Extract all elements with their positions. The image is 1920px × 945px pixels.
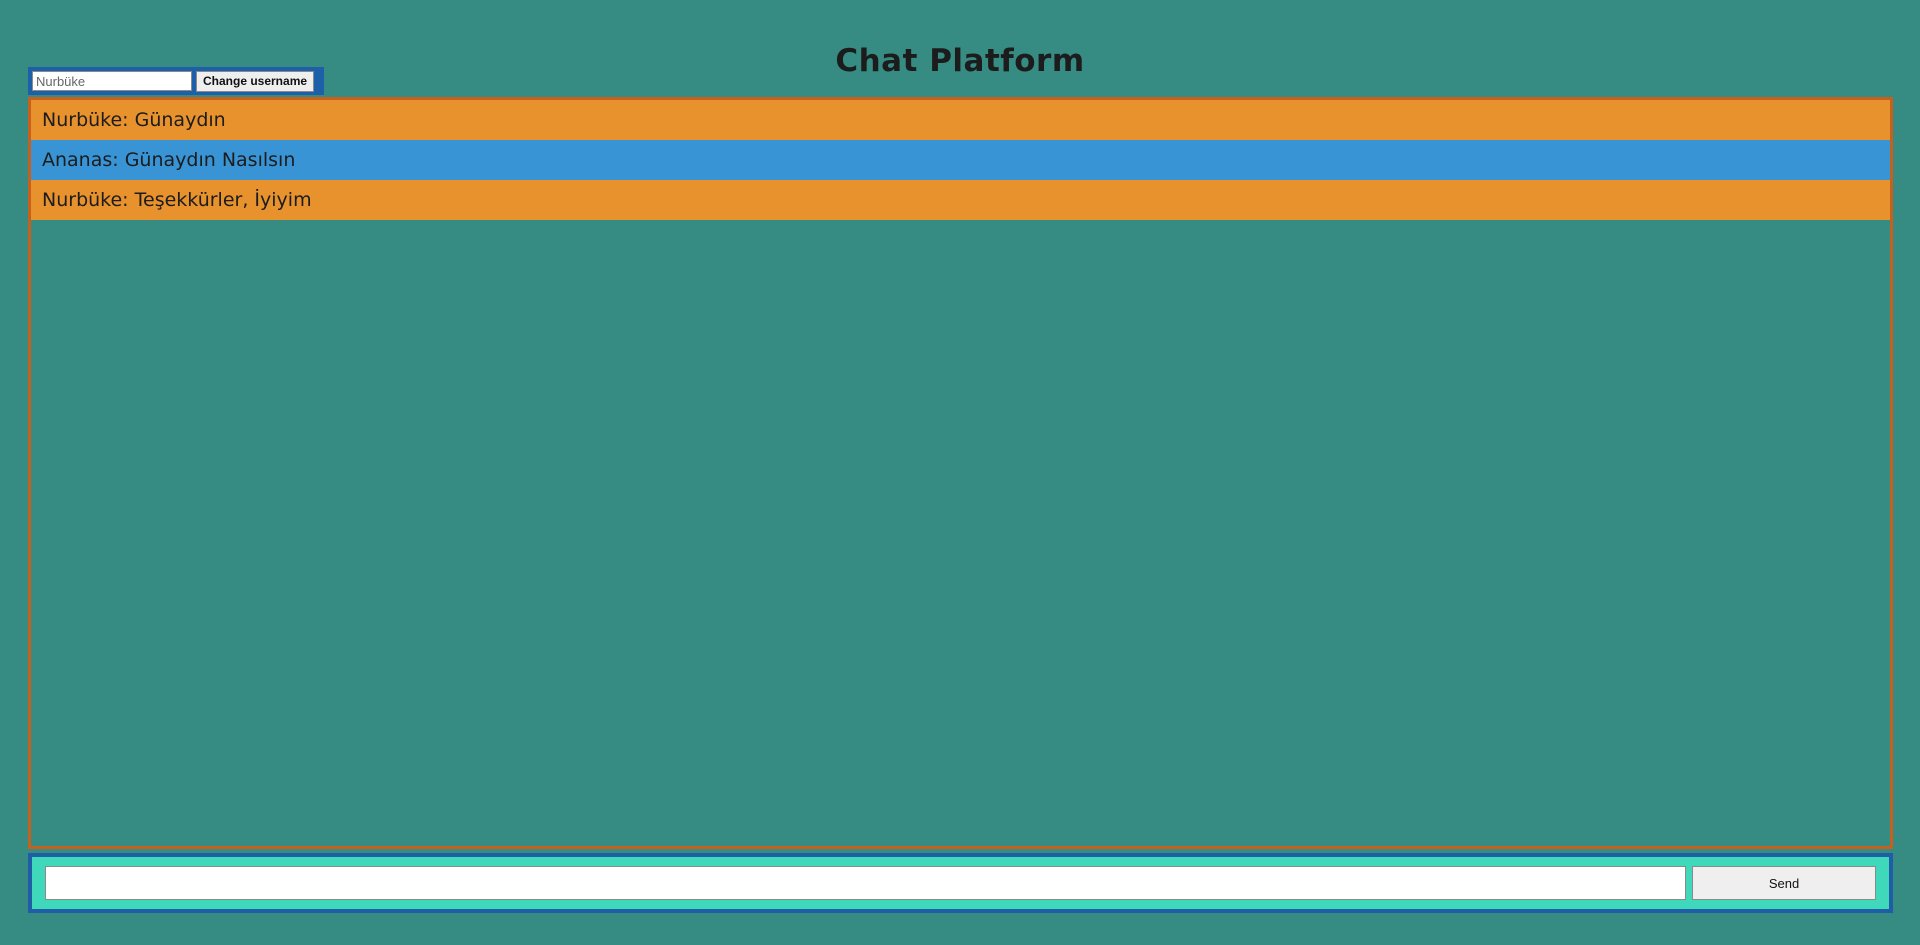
- change-username-button[interactable]: Change username: [196, 70, 315, 92]
- message-list[interactable]: Nurbüke: Günaydın Ananas: Günaydın Nasıl…: [28, 97, 1893, 849]
- username-bar: Change username: [28, 67, 324, 95]
- message-input[interactable]: [45, 866, 1686, 900]
- message-item: Nurbüke: Teşekkürler, İyiyim: [31, 180, 1890, 220]
- username-input[interactable]: [32, 71, 192, 91]
- message-item: Ananas: Günaydın Nasılsın: [31, 140, 1890, 180]
- message-item: Nurbüke: Günaydın: [31, 100, 1890, 140]
- message-composer: Send: [28, 853, 1893, 913]
- chat-app: Chat Platform Change username Nurbüke: G…: [0, 0, 1920, 945]
- send-button[interactable]: Send: [1692, 866, 1876, 900]
